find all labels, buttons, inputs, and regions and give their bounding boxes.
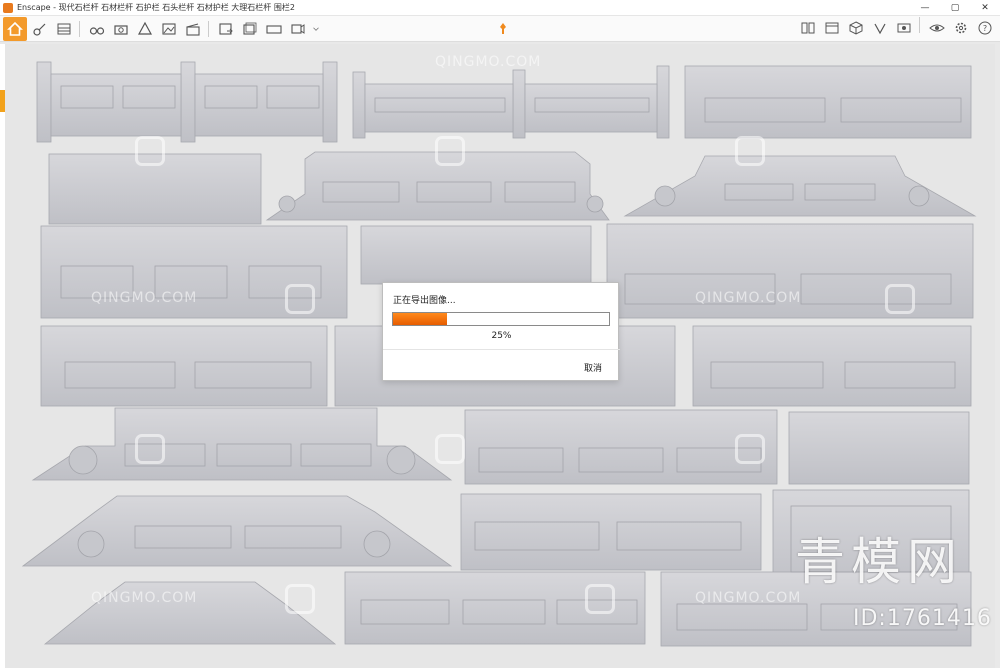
watermark-logo-icon — [735, 434, 765, 464]
export-progress-dialog: 正在导出图像... 25% 取消 — [382, 282, 620, 381]
watermark-logo-icon — [585, 584, 615, 614]
toolbar-separator — [208, 20, 209, 37]
export-batch-icon[interactable] — [239, 18, 261, 40]
watermark-logo-icon — [285, 584, 315, 614]
close-button[interactable]: ✕ — [970, 0, 1000, 16]
window-title: Enscape - 现代石栏杆 石材栏杆 石护栏 石头栏杆 石材护栏 大理石栏杆… — [17, 3, 295, 12]
toolbar-separator — [79, 20, 80, 37]
book-icon[interactable] — [797, 17, 819, 39]
cancel-button[interactable]: 取消 — [584, 361, 602, 374]
dialog-divider — [383, 349, 620, 350]
toolbar-separator — [919, 17, 920, 33]
watermark-logo-icon — [135, 136, 165, 166]
export-panorama-icon[interactable] — [263, 18, 285, 40]
window-controls: — ▢ ✕ — [910, 0, 1000, 16]
watermark-text: QINGMO.COM — [91, 290, 198, 306]
brand-watermark: 青模网 — [795, 533, 963, 591]
enscape-logo-icon — [3, 2, 13, 13]
maximize-button[interactable]: ▢ — [940, 0, 970, 16]
settings-export-icon[interactable] — [893, 17, 915, 39]
progress-percent: 25% — [491, 331, 512, 341]
cube-icon[interactable] — [845, 17, 867, 39]
binoculars-icon[interactable] — [86, 18, 108, 40]
progress-bar — [392, 312, 610, 326]
help-icon[interactable]: ? — [974, 17, 996, 39]
clapper-icon[interactable] — [182, 18, 204, 40]
watermark-logo-icon — [285, 284, 315, 314]
home-icon[interactable] — [3, 16, 27, 41]
minimize-button[interactable]: — — [910, 0, 940, 16]
svg-text:?: ? — [983, 24, 987, 33]
pyramid-icon[interactable] — [134, 18, 156, 40]
title-bar: Enscape - 现代石栏杆 石材栏杆 石护栏 石头栏杆 石材护栏 大理石栏杆… — [0, 0, 1000, 16]
watermark-logo-icon — [885, 284, 915, 314]
watermark-logo-icon — [135, 434, 165, 464]
watermark-text: QINGMO.COM — [695, 290, 802, 306]
watermark-logo-icon — [435, 136, 465, 166]
toolbar-right-group: ? — [795, 17, 996, 39]
landscape-icon[interactable] — [158, 18, 180, 40]
brand-id-watermark: ID:1761416 — [853, 606, 992, 631]
gear-icon[interactable] — [950, 17, 972, 39]
pin-icon[interactable] — [492, 18, 514, 40]
bim-icon[interactable] — [53, 18, 75, 40]
tag-icon[interactable] — [29, 18, 51, 40]
eye-icon[interactable] — [926, 17, 948, 39]
watermark-logo-icon — [435, 434, 465, 464]
window-icon[interactable] — [821, 17, 843, 39]
dialog-title: 正在导出图像... — [393, 296, 456, 306]
toolbar: ? — [0, 16, 1000, 42]
export-image-icon[interactable] — [215, 18, 237, 40]
progress-bar-fill — [393, 313, 447, 325]
watermark-text: QINGMO.COM — [91, 590, 198, 606]
camera-icon[interactable] — [110, 18, 132, 40]
chevron-down-icon[interactable] — [311, 18, 321, 40]
watermark-text: QINGMO.COM — [695, 590, 802, 606]
asset-icon[interactable] — [869, 17, 891, 39]
watermark-logo-icon — [735, 136, 765, 166]
export-video-icon[interactable] — [287, 18, 309, 40]
watermark-text: QINGMO.COM — [435, 54, 542, 70]
